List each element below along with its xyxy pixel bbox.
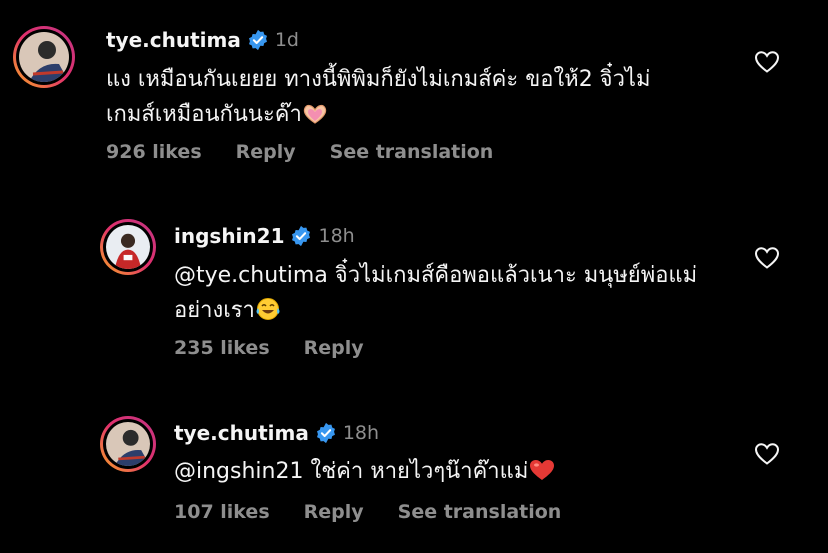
red-heart-emoji-icon [530, 460, 555, 480]
reply-button[interactable]: Reply [304, 501, 364, 523]
see-translation-button[interactable]: See translation [330, 141, 494, 163]
heart-hands-emoji-icon [303, 104, 326, 124]
reply-button[interactable]: Reply [236, 141, 296, 163]
see-translation-button[interactable]: See translation [398, 501, 562, 523]
verified-badge-icon [248, 29, 267, 51]
likes-count[interactable]: 235 likes [174, 337, 270, 359]
comment-text-line: @ingshin21 ใช่ค่า หายไวๆน๊าค๊าแม่ [174, 459, 529, 484]
comment-text: @tye.chutima จิ๋วไม่เกมส์คือพอแล้วเนาะ ม… [174, 258, 697, 328]
comment-text-line: แง เหมือนกันเยยย ทางนี้พิพิมก็ยังไม่เกมส… [106, 67, 651, 92]
avatar[interactable] [13, 26, 75, 88]
avatar[interactable] [100, 219, 156, 275]
comment-text-line: @tye.chutima จิ๋วไม่เกมส์คือพอแล้วเนาะ ม… [174, 263, 698, 288]
timestamp: 18h [318, 225, 355, 247]
avatar[interactable] [100, 416, 156, 472]
comment-text: แง เหมือนกันเยยย ทางนี้พิพิมก็ยังไม่เกมส… [106, 62, 651, 132]
timestamp: 18h [342, 422, 380, 444]
username[interactable]: tye.chutima [106, 28, 241, 52]
comment-text-line: เกมส์เหมือนกันนะค๊า [106, 102, 302, 127]
comment-text-line: อย่างเรา [174, 298, 255, 323]
likes-count[interactable]: 926 likes [106, 141, 202, 163]
like-heart-icon[interactable] [754, 50, 780, 74]
username[interactable]: ingshin21 [174, 224, 284, 248]
timestamp: 1d [274, 29, 299, 51]
like-heart-icon[interactable] [754, 442, 780, 466]
likes-count[interactable]: 107 likes [174, 501, 270, 523]
comment-text: @ingshin21 ใช่ค่า หายไวๆน๊าค๊าแม่ [174, 454, 556, 489]
like-heart-icon[interactable] [754, 246, 780, 270]
laughing-tears-emoji-icon [256, 298, 280, 320]
verified-badge-icon [316, 422, 335, 444]
username[interactable]: tye.chutima [174, 421, 309, 445]
reply-button[interactable]: Reply [304, 337, 364, 359]
verified-badge-icon [292, 225, 311, 247]
